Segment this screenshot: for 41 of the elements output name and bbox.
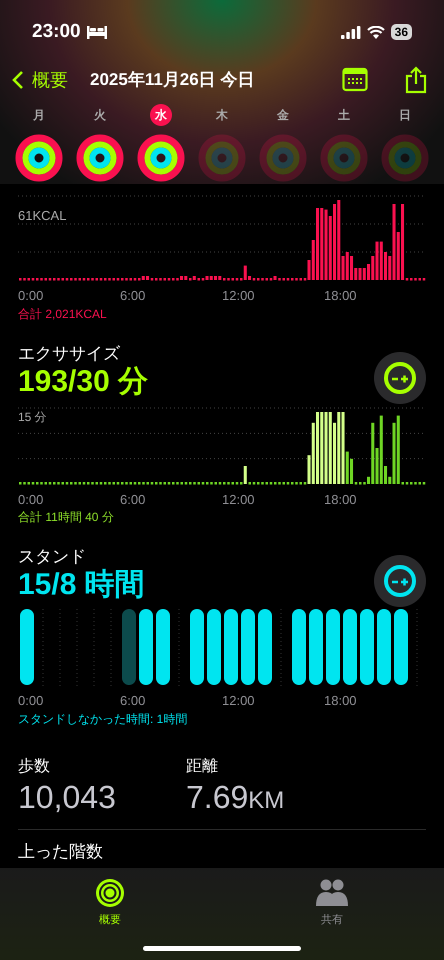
total-text: 合計 11時間 40 分 xyxy=(18,509,115,525)
total-text: スタンドしなかった時間: 1時間 xyxy=(18,710,188,726)
stat-label: 歩数 xyxy=(18,756,51,776)
axis-label: 6:00 xyxy=(120,287,146,305)
total-text: 合計 2,021KCAL xyxy=(18,306,108,322)
section-title: エクササイズ xyxy=(18,344,121,364)
date-title: 2025年11月26日 今日 xyxy=(90,69,254,92)
axis-label: 18:00 xyxy=(324,287,358,305)
axis-label: 6:00 xyxy=(120,692,146,710)
share-button[interactable] xyxy=(404,66,428,94)
chevron-left-icon xyxy=(12,70,24,90)
battery-indicator: 36 xyxy=(390,24,412,40)
axis-label: 18:00 xyxy=(324,490,358,508)
signal-icon xyxy=(340,26,361,38)
axis-label: 0:00 xyxy=(18,692,44,710)
axis-label: 12:00 xyxy=(222,287,256,305)
axis-label: 12:00 xyxy=(222,490,256,508)
back-button[interactable]: 概要 xyxy=(12,66,68,94)
axis-label: 0:00 xyxy=(18,490,44,508)
stat-label: 上った階数 xyxy=(18,842,104,862)
calendar-button[interactable] xyxy=(342,67,368,93)
stat-label: 距離 xyxy=(186,756,219,776)
goal-adjust-button[interactable] xyxy=(374,555,426,607)
axis-label: 0:00 xyxy=(18,287,44,305)
axis-label: 12:00 xyxy=(222,692,256,710)
axis-label: 18:00 xyxy=(324,692,358,710)
exercise-value: 193/30 分 xyxy=(18,364,148,400)
ring-plus-minus-icon xyxy=(383,564,417,598)
axis-label: 6:00 xyxy=(120,490,146,508)
ring-plus-minus-icon xyxy=(383,360,417,394)
clock-time: 23:00 xyxy=(32,20,81,44)
wifi-icon xyxy=(366,26,385,38)
bed-icon xyxy=(86,26,107,38)
stat-value: 7.69KM xyxy=(186,778,286,816)
tab-bar-item[interactable]: 共有 xyxy=(315,878,349,930)
section-title: スタンド xyxy=(18,547,87,567)
goal-adjust-button[interactable] xyxy=(374,352,426,404)
axis-label: 61KCAL xyxy=(18,207,66,225)
axis-label: 15 分 xyxy=(18,408,47,426)
stand-value: 15/8 時間 xyxy=(18,567,145,603)
stat-value: 10,043 xyxy=(18,778,117,814)
